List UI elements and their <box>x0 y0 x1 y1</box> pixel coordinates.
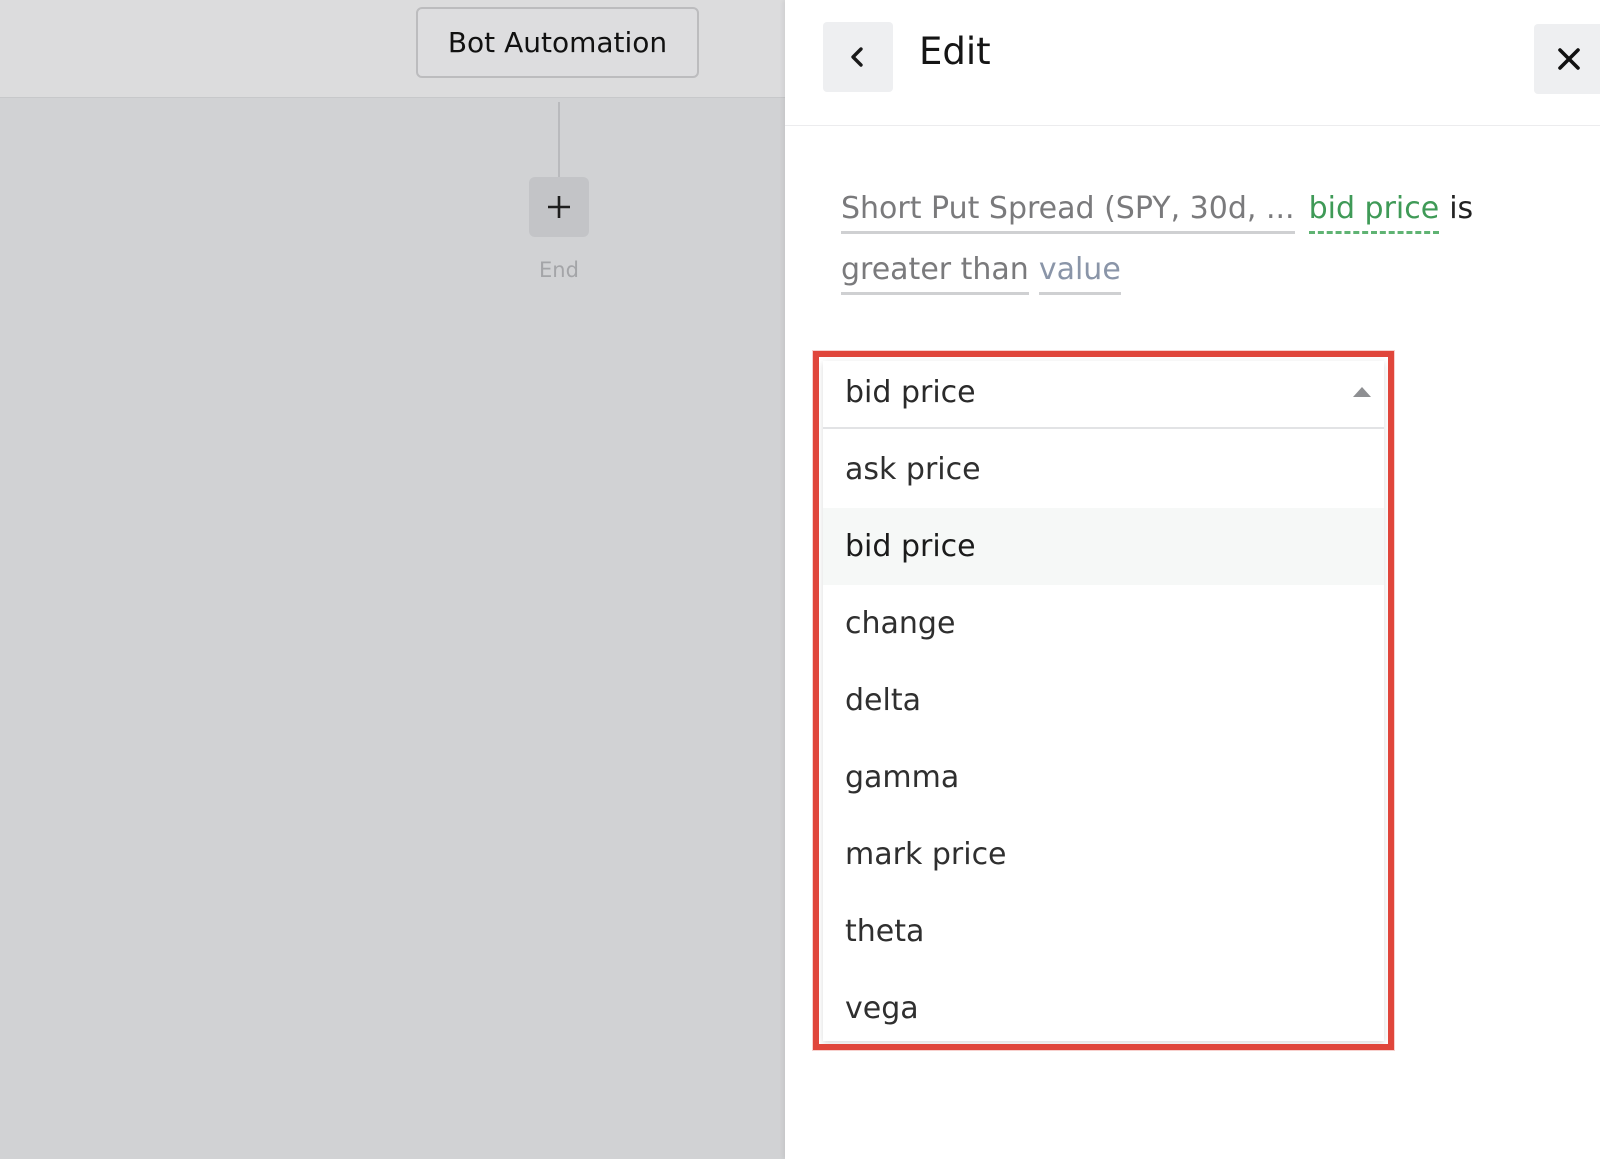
plus-icon <box>548 196 570 218</box>
bot-automation-node-label: Bot Automation <box>447 26 668 59</box>
field-option[interactable]: vega <box>823 970 1384 1047</box>
field-option[interactable]: bid price <box>823 508 1384 585</box>
panel-title: Edit <box>919 30 991 73</box>
flow-connector-line <box>558 102 560 178</box>
automation-canvas: Bot Automation End <box>0 0 785 1159</box>
close-icon <box>1558 48 1580 70</box>
panel-header: Edit <box>785 0 1600 126</box>
field-select-dropdown: bid price ask price bid price change delta g… <box>823 361 1384 1041</box>
condition-value-token[interactable]: value <box>1038 250 1121 295</box>
caret-up-icon[interactable] <box>1353 387 1371 397</box>
field-options-list: ask price bid price change delta gamma mark p… <box>823 431 1384 1047</box>
condition-sentence: Short Put Spread (SPY, 30d, ... bid price… <box>841 178 1541 300</box>
end-label: End <box>539 258 579 282</box>
field-option[interactable]: delta <box>823 662 1384 739</box>
add-step-button[interactable] <box>529 177 589 237</box>
bot-automation-node[interactable]: Bot Automation <box>416 7 699 78</box>
field-option[interactable]: ask price <box>823 431 1384 508</box>
condition-connector-word: is <box>1449 191 1474 226</box>
field-option[interactable]: theta <box>823 893 1384 970</box>
close-button[interactable] <box>1534 24 1600 94</box>
condition-operator-token[interactable]: greater than <box>841 250 1029 295</box>
field-option[interactable]: mark price <box>823 816 1384 893</box>
field-option[interactable]: gamma <box>823 739 1384 816</box>
field-option[interactable]: change <box>823 585 1384 662</box>
condition-field-token[interactable]: bid price <box>1308 189 1440 234</box>
chevron-left-icon <box>851 47 863 67</box>
field-select-current[interactable]: bid price <box>823 361 1384 429</box>
condition-source-token[interactable]: Short Put Spread (SPY, 30d, ... <box>841 189 1295 234</box>
back-button[interactable] <box>823 22 893 92</box>
field-select-current-value: bid price <box>845 375 976 410</box>
